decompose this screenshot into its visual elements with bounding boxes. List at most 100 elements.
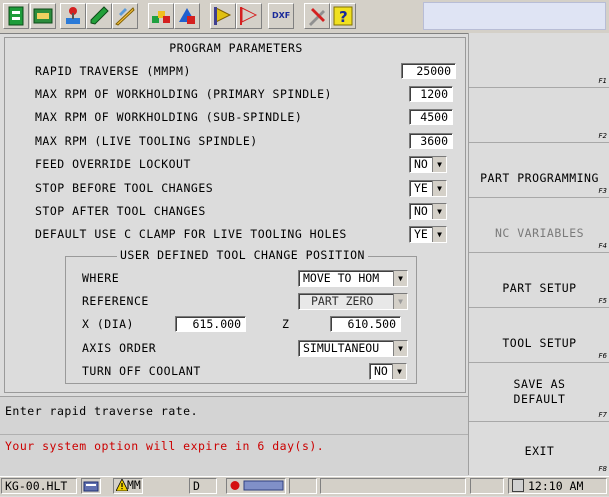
param-label-max-rpm-sub: MAX RPM OF WORKHOLDING (SUB-SPINDLE): [35, 110, 303, 124]
max-rpm-live-input[interactable]: 3600: [409, 133, 453, 149]
default-label: DEFAULT: [513, 392, 566, 406]
dxf-icon[interactable]: DXF: [268, 3, 294, 29]
warning-text: Your system option will expire in 6 day(…: [5, 439, 325, 453]
reference-label: REFERENCE: [82, 294, 149, 308]
fkey-f2-number: F2: [598, 132, 607, 140]
chevron-down-icon[interactable]: ▼: [392, 364, 406, 379]
param-label-rapid-traverse: RAPID TRAVERSE (MMPM): [35, 64, 191, 78]
keyboard-icon[interactable]: [30, 3, 56, 29]
colored-blocks-icon[interactable]: [148, 3, 174, 29]
c-clamp-select[interactable]: YE ▼: [409, 226, 447, 243]
status-slot-3: [470, 478, 504, 494]
chevron-down-icon[interactable]: ▼: [432, 181, 446, 196]
fkey-f1-number: F1: [598, 77, 607, 85]
rapid-traverse-input[interactable]: 25000: [401, 63, 456, 79]
option-label-feed-override: FEED OVERRIDE LOCKOUT: [35, 157, 191, 171]
reference-value: PART ZERO: [311, 294, 374, 308]
part-programming-label: PART PROGRAMMING: [480, 171, 599, 185]
stop-before-select[interactable]: YE ▼: [409, 180, 447, 197]
nc-variables-button[interactable]: NC VARIABLES F4: [469, 198, 609, 253]
exit-button[interactable]: EXIT F8: [469, 422, 609, 475]
chevron-down-icon[interactable]: ▼: [393, 271, 407, 286]
clock: 12:10 AM: [508, 478, 607, 494]
pencil-ruler-icon[interactable]: [112, 3, 138, 29]
fkey-f2[interactable]: F2: [469, 88, 609, 143]
save-as-label: SAVE AS: [513, 377, 566, 391]
where-value: MOVE TO HOM: [303, 271, 380, 285]
toolbar-spacer: [423, 2, 606, 30]
fkey-f1[interactable]: F1: [469, 33, 609, 88]
keyboard-icon[interactable]: [81, 478, 101, 494]
chevron-down-icon[interactable]: ▼: [432, 157, 446, 172]
max-rpm-sub-input[interactable]: 4500: [409, 109, 453, 125]
tool-setup-label: TOOL SETUP: [502, 336, 577, 350]
param-label-max-rpm-live: MAX RPM (LIVE TOOLING SPINDLE): [35, 134, 258, 148]
toolbar: DXF ?: [0, 0, 609, 34]
fkey-f3-number: F3: [598, 187, 607, 195]
axis-order-select[interactable]: SIMULTANEOU ▼: [298, 340, 408, 357]
green-document-icon[interactable]: [3, 3, 29, 29]
rectangle-outline-icon[interactable]: [236, 3, 262, 29]
status-slot-2: [320, 478, 466, 494]
save-as-default-button[interactable]: SAVE AS DEFAULT F7: [469, 363, 609, 422]
chevron-down-icon: ▼: [393, 294, 407, 309]
group-title: USER DEFINED TOOL CHANGE POSITION: [117, 248, 368, 262]
calculator-icon: [512, 479, 524, 492]
dxf-label: DXF: [272, 11, 291, 20]
reference-select: PART ZERO ▼: [298, 293, 408, 310]
hint-area: Enter rapid traverse rate.: [0, 396, 468, 435]
warning-area: Your system option will expire in 6 day(…: [0, 434, 468, 477]
z-label: Z: [282, 317, 290, 331]
max-rpm-primary-input[interactable]: 1200: [409, 86, 453, 102]
flag-icon[interactable]: [210, 3, 236, 29]
exit-label: EXIT: [524, 444, 555, 458]
fkey-f6-number: F6: [598, 352, 607, 360]
part-setup-label: PART SETUP: [502, 281, 577, 295]
where-label: WHERE: [82, 271, 120, 285]
shapes-icon[interactable]: [174, 3, 200, 29]
svg-text:?: ?: [339, 8, 348, 26]
option-label-stop-after: STOP AFTER TOOL CHANGES: [35, 204, 206, 218]
stop-after-select[interactable]: NO ▼: [409, 203, 447, 220]
option-label-stop-before: STOP BEFORE TOOL CHANGES: [35, 181, 214, 195]
hint-text: Enter rapid traverse rate.: [5, 404, 199, 418]
part-setup-button[interactable]: PART SETUP F5: [469, 253, 609, 308]
feed-override-value: NO: [414, 157, 428, 171]
d-indicator: D: [189, 478, 217, 494]
help-icon[interactable]: ?: [330, 3, 356, 29]
tools-icon[interactable]: [304, 3, 330, 29]
red-pin-icon[interactable]: [60, 3, 86, 29]
stop-before-value: YE: [414, 181, 428, 195]
coolant-label: TURN OFF COOLANT: [82, 364, 201, 378]
z-input[interactable]: 610.500: [330, 316, 401, 332]
x-dia-input[interactable]: 615.000: [175, 316, 246, 332]
param-label-max-rpm-primary: MAX RPM OF WORKHOLDING (PRIMARY SPINDLE): [35, 87, 332, 101]
function-key-panel: F1 F2 PART PROGRAMMING F3 NC VARIABLES F…: [468, 33, 609, 475]
feed-override-select[interactable]: NO ▼: [409, 156, 447, 173]
status-slot-1: [289, 478, 317, 494]
chevron-down-icon[interactable]: ▼: [432, 204, 446, 219]
axis-order-label: AXIS ORDER: [82, 341, 157, 355]
x-dia-label: X (DIA): [82, 317, 134, 331]
fkey-f7-number: F7: [598, 411, 607, 419]
c-clamp-value: YE: [414, 227, 428, 241]
file-name: KG-00.HLT: [1, 478, 77, 494]
clock-time: 12:10 AM: [528, 479, 584, 493]
option-label-c-clamp: DEFAULT USE C CLAMP FOR LIVE TOOLING HOL…: [35, 227, 347, 241]
parameters-panel: PROGRAM PARAMETERS RAPID TRAVERSE (MMPM)…: [4, 37, 466, 393]
record-indicator: [226, 478, 286, 494]
chevron-down-icon[interactable]: ▼: [393, 341, 407, 356]
tool-setup-button[interactable]: TOOL SETUP F6: [469, 308, 609, 363]
fkey-f4-number: F4: [598, 242, 607, 250]
part-programming-button[interactable]: PART PROGRAMMING F3: [469, 143, 609, 198]
coolant-select[interactable]: NO ▼: [369, 363, 407, 380]
chevron-down-icon[interactable]: ▼: [432, 227, 446, 242]
stop-after-value: NO: [414, 204, 428, 218]
status-bar: KG-00.HLT MM D 12:10 AM: [0, 476, 609, 496]
green-pen-icon[interactable]: [86, 3, 112, 29]
where-select[interactable]: MOVE TO HOM ▼: [298, 270, 408, 287]
nc-variables-label: NC VARIABLES: [494, 226, 585, 240]
units-mode: MM: [127, 478, 141, 492]
coolant-value: NO: [374, 364, 388, 378]
page-title: PROGRAM PARAMETERS: [169, 41, 303, 55]
